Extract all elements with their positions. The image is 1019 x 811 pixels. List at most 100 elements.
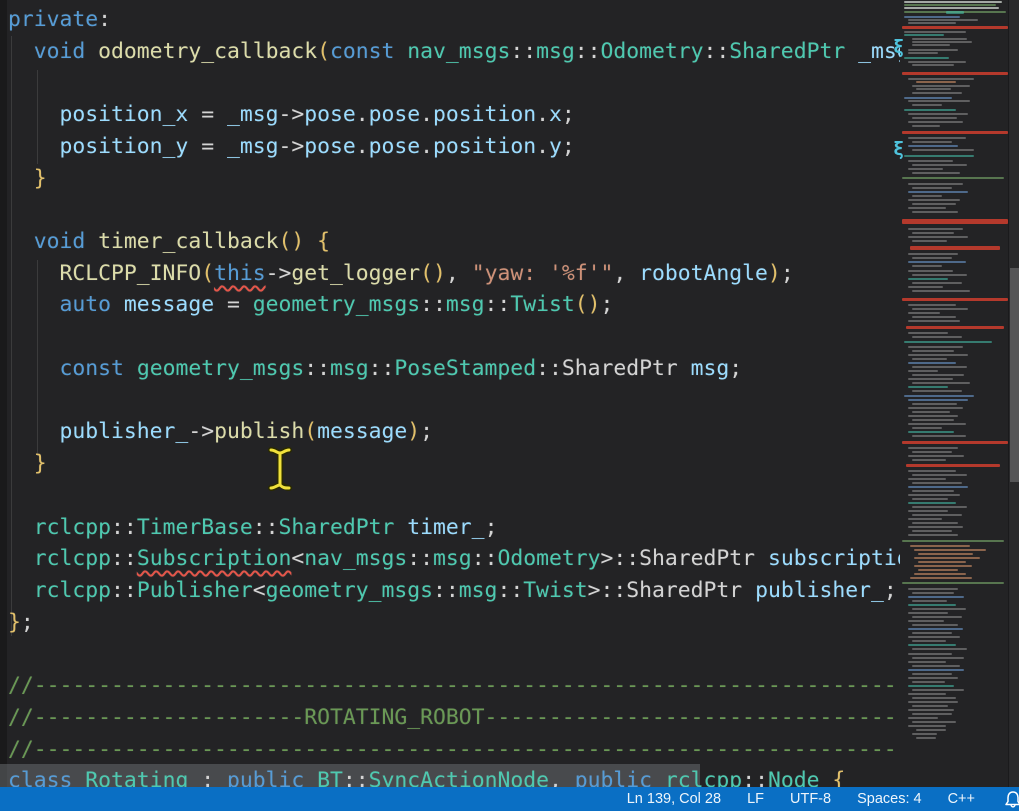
- minimap-line: [912, 506, 967, 508]
- minimap-line: [902, 582, 1004, 584]
- minimap-line: [904, 155, 974, 157]
- minimap-line: [906, 326, 1004, 329]
- code-line[interactable]: //---------------------ROTATING_ROBOT---…: [8, 702, 900, 734]
- minimap-line: [908, 644, 956, 646]
- minimap-line: [908, 61, 966, 63]
- minimap-line: [912, 64, 954, 66]
- minimap-line: [908, 709, 954, 711]
- minimap-line: [912, 713, 952, 715]
- minimap-line: [914, 565, 972, 567]
- minimap-line: [912, 358, 947, 360]
- scrollbar-thumb[interactable]: [1010, 268, 1019, 482]
- minimap-line: [912, 92, 962, 94]
- minimap-line: [912, 316, 956, 318]
- minimap-line: [908, 346, 963, 348]
- code-line[interactable]: }: [8, 448, 900, 480]
- code-line[interactable]: [8, 385, 900, 417]
- minimap-line: [918, 561, 966, 563]
- code-line[interactable]: rclcpp::TimerBase::SharedPtr timer_;: [8, 512, 900, 544]
- minimap-line: [908, 386, 948, 388]
- minimap-line: [912, 673, 952, 675]
- statusbar-item-indentation[interactable]: Spaces: 4: [857, 791, 922, 807]
- code-line[interactable]: publisher_->publish(message);: [8, 416, 900, 448]
- minimap-line: [908, 183, 963, 185]
- minimap-line: [912, 657, 964, 659]
- minimap-line: [912, 697, 956, 699]
- code-line[interactable]: //--------------------------------------…: [8, 734, 900, 766]
- minimap-line: [902, 26, 1008, 29]
- code-line[interactable]: position_x = _msg->pose.pose.position.x;: [8, 99, 900, 131]
- code-line[interactable]: const geometry_msgs::msg::PoseStamped::S…: [8, 353, 900, 385]
- minimap-line: [912, 705, 948, 707]
- gutter-edge: [0, 0, 7, 787]
- minimap-line: [912, 336, 962, 338]
- minimap-line: [916, 81, 956, 83]
- code-line[interactable]: position_y = _msg->pose.pose.position.y;: [8, 131, 900, 163]
- minimap-line: [908, 628, 963, 630]
- editor-scrollbar[interactable]: [1008, 0, 1019, 787]
- code-line[interactable]: rclcpp::Publisher<geometry_msgs::msg::Tw…: [8, 575, 900, 607]
- notifications-bell-icon[interactable]: [1002, 789, 1019, 809]
- code-line[interactable]: [8, 194, 900, 226]
- minimap-line: [912, 164, 967, 166]
- minimap-line: [908, 470, 956, 472]
- minimap-line: [904, 4, 996, 6]
- minimap-line: [908, 431, 954, 433]
- code-line[interactable]: [8, 67, 900, 99]
- minimap-line: [908, 604, 956, 606]
- minimap-line: [912, 374, 964, 376]
- minimap-line: [908, 370, 938, 372]
- code-line[interactable]: void odometry_callback(const nav_msgs::m…: [8, 36, 900, 68]
- minimap-line: [908, 447, 958, 449]
- minimap-line: [908, 407, 963, 409]
- code-line[interactable]: }: [8, 163, 900, 195]
- minimap-line: [912, 498, 948, 500]
- minimap-line: [908, 486, 968, 488]
- minimap-line: [910, 246, 1000, 250]
- minimap-line: [912, 85, 970, 87]
- code-line[interactable]: [8, 480, 900, 512]
- minimap-line: [904, 341, 992, 343]
- minimap-line: [912, 44, 950, 46]
- code-line[interactable]: private:: [8, 4, 900, 36]
- code-line[interactable]: auto message = geometry_msgs::msg::Twist…: [8, 289, 900, 321]
- minimap-line: [916, 737, 936, 739]
- minimap-line: [904, 395, 974, 397]
- minimap-line: [902, 72, 1008, 75]
- code-line[interactable]: RCLCPP_INFO(this->get_logger(), "yaw: '%…: [8, 258, 900, 290]
- minimap-line: [908, 121, 963, 123]
- statusbar-item-language[interactable]: C++: [948, 791, 975, 807]
- statusbar-item-eol[interactable]: LF: [747, 791, 764, 807]
- code-line[interactable]: rclcpp::Subscription<nav_msgs::msg::Odom…: [8, 543, 900, 575]
- minimap-line: [910, 545, 970, 547]
- minimap-line: [918, 569, 958, 571]
- code-line[interactable]: [8, 638, 900, 670]
- minimap-line: [912, 149, 974, 151]
- code-line[interactable]: //--------------------------------------…: [8, 670, 900, 702]
- minimap-line: [902, 298, 1008, 301]
- minimap-line: [902, 540, 1004, 542]
- minimap-line: [912, 195, 942, 197]
- minimap-line: [912, 382, 970, 384]
- minimap-line: [908, 526, 963, 528]
- minimap-line: [912, 117, 957, 119]
- code-line[interactable]: [8, 321, 900, 353]
- minimap-line: [912, 411, 950, 413]
- minimap[interactable]: ξξ: [902, 0, 1008, 787]
- code-area[interactable]: private: void odometry_callback(const na…: [8, 4, 900, 794]
- minimap-line: [916, 729, 946, 731]
- minimap-line: [912, 104, 942, 106]
- minimap-line: [912, 459, 946, 461]
- minimap-line: [908, 693, 946, 695]
- minimap-line: [912, 640, 946, 642]
- minimap-line: [912, 600, 947, 602]
- code-line[interactable]: };: [8, 607, 900, 639]
- minimap-line: [912, 257, 952, 259]
- minimap-line: [912, 203, 956, 205]
- statusbar-item-encoding[interactable]: UTF-8: [790, 791, 831, 807]
- minimap-line: [912, 308, 968, 310]
- minimap-line: [912, 38, 967, 40]
- statusbar-item-line-col[interactable]: Ln 139, Col 28: [627, 791, 721, 807]
- code-line[interactable]: void timer_callback() {: [8, 226, 900, 258]
- minimap-line: [904, 109, 956, 111]
